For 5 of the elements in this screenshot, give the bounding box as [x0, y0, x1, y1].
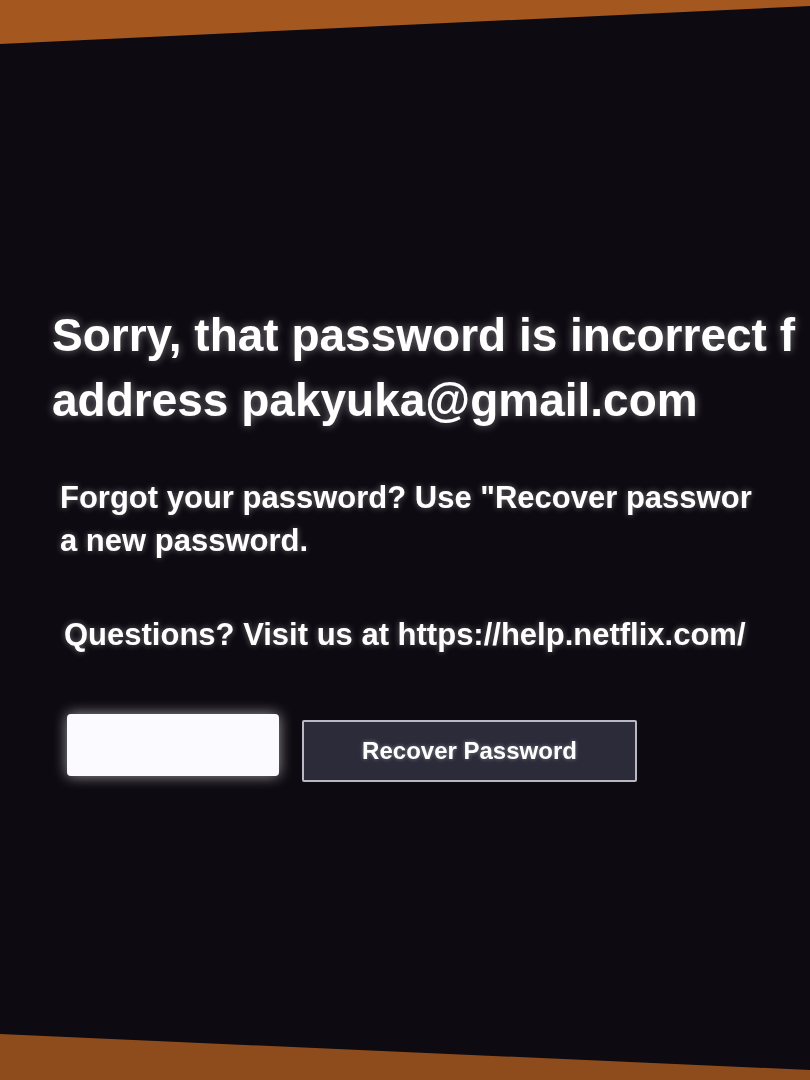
highlighted-button[interactable]: [67, 714, 279, 776]
recover-password-button[interactable]: Recover Password: [302, 720, 637, 782]
error-heading: Sorry, that password is incorrect f address pakyuka@gmail.com: [52, 308, 797, 428]
help-text: Questions? Visit us at https://help.netflix.com/: [64, 616, 747, 654]
message-text: Forgot your password? Use "Recover passwor a new password.: [60, 479, 753, 560]
